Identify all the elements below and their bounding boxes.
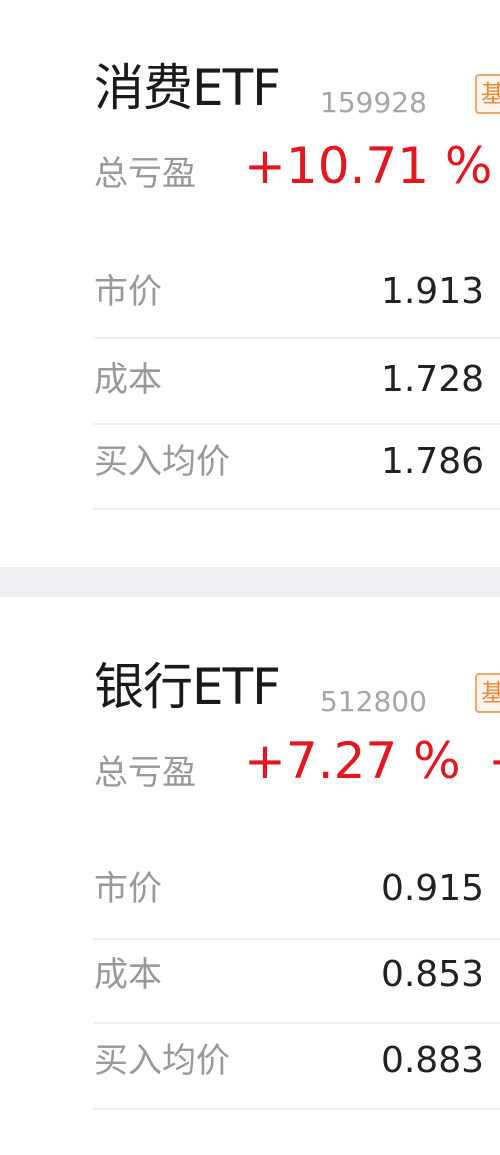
total-pl-value: +10.71 % [244, 137, 493, 195]
row-label: 成本 [94, 360, 162, 400]
fund-name: 银行ETF [94, 658, 281, 716]
total-pl-label: 总亏盈 [94, 753, 196, 793]
total-pl-label: 总亏盈 [94, 154, 196, 194]
row-value: 0.915 [380, 868, 484, 909]
total-pl-value: +7.27 % [244, 732, 461, 790]
row-label: 买入均价 [94, 442, 230, 482]
holding-card[interactable]: 消费ETF 159928 基 总亏盈 +10.71 % 市价 1.913 成本 … [0, 0, 500, 567]
detail-row-cost: 成本 0.853 [94, 933, 500, 1017]
fund-code: 512800 [320, 685, 427, 718]
section-separator [0, 567, 500, 597]
row-value: 0.883 [380, 1040, 484, 1081]
row-value: 1.786 [380, 441, 484, 482]
row-label: 市价 [94, 869, 162, 909]
detail-row-market-price: 市价 0.915 [94, 847, 500, 931]
holdings-page: 消费ETF 159928 基 总亏盈 +10.71 % 市价 1.913 成本 … [0, 0, 500, 1155]
row-divider [94, 508, 500, 510]
detail-row-cost: 成本 1.728 [94, 338, 500, 422]
row-value: 1.913 [380, 271, 484, 312]
row-value: 0.853 [380, 954, 484, 995]
fund-type-badge: 基 [475, 673, 500, 713]
detail-row-market-price: 市价 1.913 [94, 250, 500, 334]
detail-row-avg-buy-price: 买入均价 1.786 [94, 420, 500, 504]
row-divider [94, 1108, 500, 1110]
row-label: 买入均价 [94, 1041, 230, 1081]
row-label: 成本 [94, 955, 162, 995]
fund-type-badge: 基 [475, 74, 500, 114]
fund-code: 159928 [320, 86, 427, 119]
fund-name: 消费ETF [94, 59, 281, 117]
holding-card[interactable]: 银行ETF 512800 基 总亏盈 +7.27 % + 市价 0.915 成本… [0, 597, 500, 1155]
row-label: 市价 [94, 272, 162, 312]
row-value: 1.728 [380, 359, 484, 400]
detail-row-avg-buy-price: 买入均价 0.883 [94, 1019, 500, 1103]
total-pl-extra: + [488, 731, 500, 791]
